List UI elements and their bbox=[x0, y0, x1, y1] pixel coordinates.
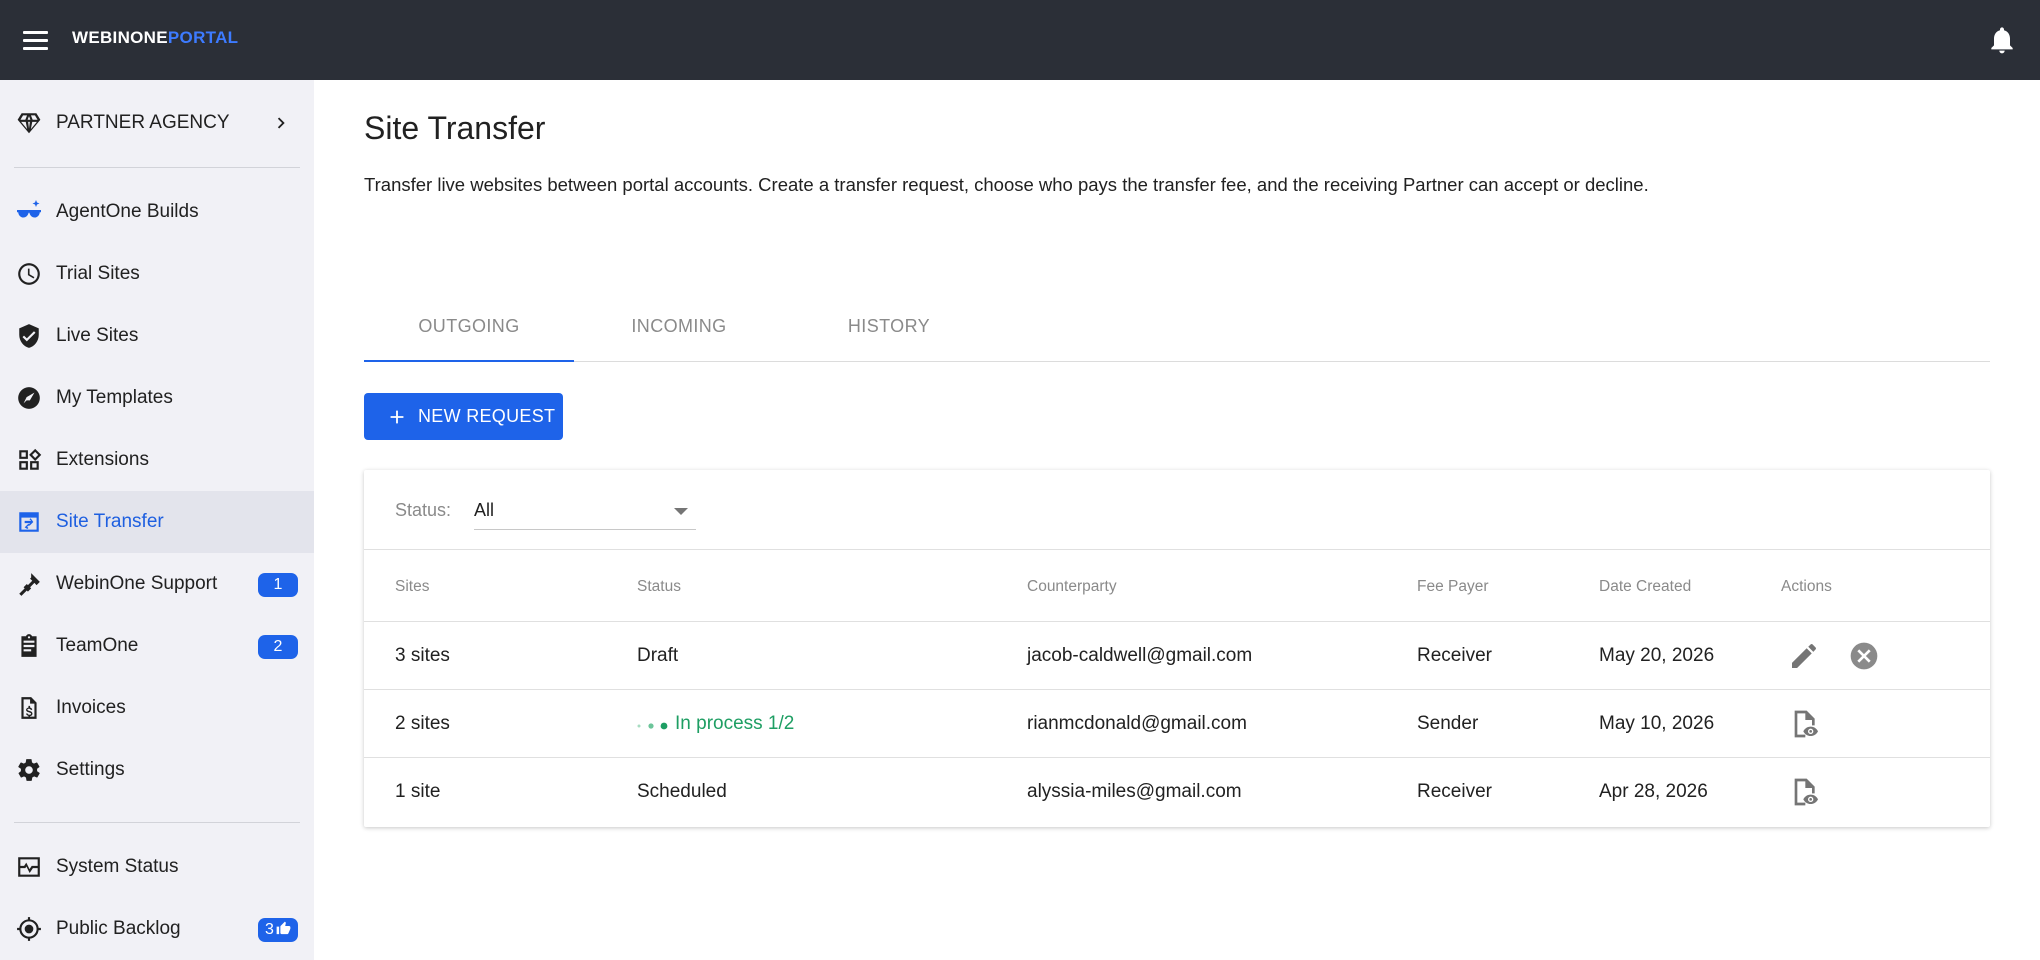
pencil-icon[interactable] bbox=[1788, 640, 1820, 672]
backlog-votes-badge: 3 bbox=[258, 918, 298, 942]
row-counterparty: jacob-caldwell@gmail.com bbox=[1027, 645, 1253, 666]
sidebar-item-site-transfer[interactable]: Site Transfer bbox=[0, 491, 314, 553]
top-app-bar: WEBINONEPORTAL bbox=[0, 0, 2040, 80]
document-view-icon[interactable] bbox=[1788, 776, 1820, 808]
sidebar-divider bbox=[14, 167, 300, 168]
row-fee-payer: Receiver bbox=[1417, 781, 1492, 802]
column-header-counterparty: Counterparty bbox=[1027, 578, 1117, 595]
sidebar-item-label: Public Backlog bbox=[56, 918, 181, 939]
row-date-created: Apr 28, 2026 bbox=[1599, 781, 1708, 802]
sidebar-item-label: Trial Sites bbox=[56, 263, 140, 284]
filter-row: Status: All bbox=[364, 470, 1990, 550]
ticket-icon bbox=[19, 573, 40, 596]
main-content: Site Transfer Transfer live websites bet… bbox=[314, 80, 2040, 960]
sidebar-item-trial-sites[interactable]: Trial Sites bbox=[0, 243, 314, 305]
tab-history[interactable]: HISTORY bbox=[784, 302, 994, 362]
thumbs-up-icon bbox=[276, 921, 291, 935]
row-counterparty: alyssia-miles@gmail.com bbox=[1027, 781, 1242, 802]
transfer-tabs: OUTGOING INCOMING HISTORY bbox=[364, 302, 1990, 362]
row-fee-payer: Receiver bbox=[1417, 645, 1492, 666]
sidebar-item-settings[interactable]: Settings bbox=[0, 739, 314, 801]
table-row[interactable]: 2 sites In process 1/2 rianmcdonald@gmai… bbox=[364, 690, 1990, 758]
row-date-created: May 10, 2026 bbox=[1599, 713, 1715, 734]
transfer-window-icon bbox=[19, 512, 39, 532]
brand-logo[interactable]: WEBINONEPORTAL bbox=[72, 28, 238, 48]
sidebar-nav: PARTNER AGENCY AgentOne Builds Trial Sit… bbox=[0, 80, 314, 960]
sidebar-item-label: Extensions bbox=[56, 449, 149, 470]
column-header-actions: Actions bbox=[1781, 578, 1832, 595]
clock-icon bbox=[18, 263, 40, 285]
sidebar-item-invoices[interactable]: Invoices bbox=[0, 677, 314, 739]
notification-bell-icon[interactable] bbox=[1986, 24, 2018, 56]
page-description: Transfer live websites between portal ac… bbox=[364, 174, 1649, 195]
shield-check-icon bbox=[19, 324, 39, 348]
status-filter-value: All bbox=[474, 500, 495, 520]
column-header-fee-payer: Fee Payer bbox=[1417, 578, 1489, 595]
sidebar-divider bbox=[14, 822, 300, 823]
sidebar-item-label: AgentOne Builds bbox=[56, 201, 199, 222]
sidebar-item-agentone-builds[interactable]: AgentOne Builds bbox=[0, 181, 314, 243]
sidebar-item-partner-agency[interactable]: PARTNER AGENCY bbox=[0, 92, 314, 154]
column-header-date-created: Date Created bbox=[1599, 578, 1692, 595]
tab-incoming[interactable]: INCOMING bbox=[574, 302, 784, 362]
sidebar-item-label: System Status bbox=[56, 856, 179, 877]
sidebar-item-live-sites[interactable]: Live Sites bbox=[0, 305, 314, 367]
invoice-icon bbox=[21, 697, 37, 719]
menu-icon[interactable] bbox=[20, 24, 52, 56]
row-status: In process 1/2 bbox=[675, 713, 795, 734]
sidebar-item-label: Site Transfer bbox=[56, 511, 164, 532]
sidebar-item-label: PARTNER AGENCY bbox=[56, 112, 230, 133]
caret-down-icon bbox=[674, 508, 688, 515]
document-view-icon[interactable] bbox=[1788, 708, 1820, 740]
teamone-count-badge: 2 bbox=[258, 635, 298, 659]
chevron-right-icon bbox=[277, 117, 285, 129]
row-sites: 2 sites bbox=[395, 713, 450, 734]
support-count-badge: 1 bbox=[258, 573, 298, 597]
clipboard-icon bbox=[21, 634, 37, 657]
row-sites: 1 site bbox=[395, 781, 441, 802]
sidebar-item-my-templates[interactable]: My Templates bbox=[0, 367, 314, 429]
status-filter-label: Status: bbox=[395, 500, 452, 520]
sidebar-item-teamone[interactable]: TeamOne 2 bbox=[0, 615, 314, 677]
row-sites: 3 sites bbox=[395, 645, 450, 666]
progress-dots-icon bbox=[637, 722, 668, 730]
row-status: Scheduled bbox=[637, 781, 727, 802]
sidebar-item-label: Settings bbox=[56, 759, 125, 780]
tab-outgoing[interactable]: OUTGOING bbox=[364, 302, 574, 362]
sidebar-item-label: Invoices bbox=[56, 697, 126, 718]
column-header-sites: Sites bbox=[395, 578, 430, 595]
sidebar-item-label: Live Sites bbox=[56, 325, 139, 346]
table-row[interactable]: 1 site Scheduled alyssia-miles@gmail.com… bbox=[364, 758, 1990, 826]
target-icon bbox=[17, 917, 41, 941]
transfers-card: Status: All Sites Status Counterparty Fe… bbox=[364, 470, 1990, 827]
new-request-button[interactable]: NEW REQUEST bbox=[364, 393, 563, 440]
row-status: Draft bbox=[637, 645, 679, 666]
sidebar-item-public-backlog[interactable]: Public Backlog 3 bbox=[0, 898, 314, 960]
row-counterparty: rianmcdonald@gmail.com bbox=[1027, 713, 1247, 734]
sidebar-item-extensions[interactable]: Extensions bbox=[0, 429, 314, 491]
table-row[interactable]: 3 sites Draft jacob-caldwell@gmail.com R… bbox=[364, 622, 1990, 690]
widgets-icon bbox=[19, 448, 42, 470]
diamond-icon bbox=[17, 113, 41, 134]
plus-icon bbox=[390, 410, 404, 423]
sidebar-item-label: My Templates bbox=[56, 387, 173, 408]
sidebar-item-system-status[interactable]: System Status bbox=[0, 836, 314, 898]
column-header-status: Status bbox=[637, 578, 681, 595]
table-header: Sites Status Counterparty Fee Payer Date… bbox=[364, 550, 1990, 622]
gear-icon bbox=[18, 759, 40, 781]
page-title: Site Transfer bbox=[364, 110, 546, 146]
sidebar-item-label: TeamOne bbox=[56, 635, 139, 656]
status-filter-select[interactable]: All bbox=[474, 492, 696, 530]
compass-icon bbox=[18, 387, 40, 409]
pulse-icon bbox=[18, 857, 40, 877]
row-date-created: May 20, 2026 bbox=[1599, 645, 1715, 666]
sidebar-item-label: WebinOne Support bbox=[56, 573, 218, 594]
sidebar-item-webinone-support[interactable]: WebinOne Support 1 bbox=[0, 553, 314, 615]
row-fee-payer: Sender bbox=[1417, 713, 1479, 734]
cancel-circle-icon[interactable] bbox=[1848, 640, 1880, 672]
glasses-sparkle-icon bbox=[17, 200, 41, 218]
